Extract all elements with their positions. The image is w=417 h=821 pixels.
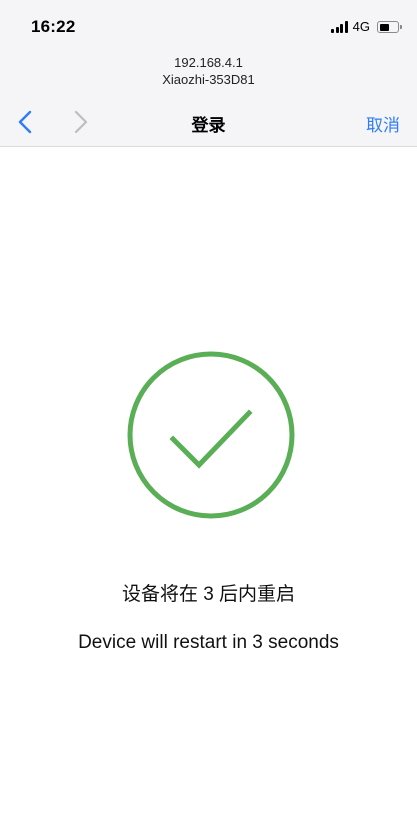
browser-header: 16:22 4G 192.168.4.1 Xiaozhi-353D81 登录 取… [0,0,417,147]
address-ip: 192.168.4.1 [174,55,243,70]
network-type: 4G [352,19,370,34]
checkmark-circle-icon [127,351,295,519]
navigation-bar: 登录 取消 [0,104,417,140]
forward-button[interactable] [70,110,92,134]
address-display: 192.168.4.1 Xiaozhi-353D81 [0,54,417,88]
status-indicators: 4G [331,19,402,35]
address-ssid: Xiaozhi-353D81 [162,72,255,87]
back-button[interactable] [16,110,38,134]
battery-icon [377,21,402,33]
status-bar: 16:22 4G [0,0,417,52]
restart-message-english: Device will restart in 3 seconds [78,632,339,653]
chevron-left-icon [18,110,32,134]
main-content: 设备将在 3 后内重启 Device will restart in 3 sec… [0,148,417,821]
cancel-button[interactable]: 取消 [366,111,400,136]
restart-message-chinese: 设备将在 3 后内重启 [121,584,296,605]
signal-bars-icon [331,21,348,33]
status-time: 16:22 [31,17,76,36]
chevron-right-icon [74,110,88,134]
page-title: 登录 [191,116,226,135]
